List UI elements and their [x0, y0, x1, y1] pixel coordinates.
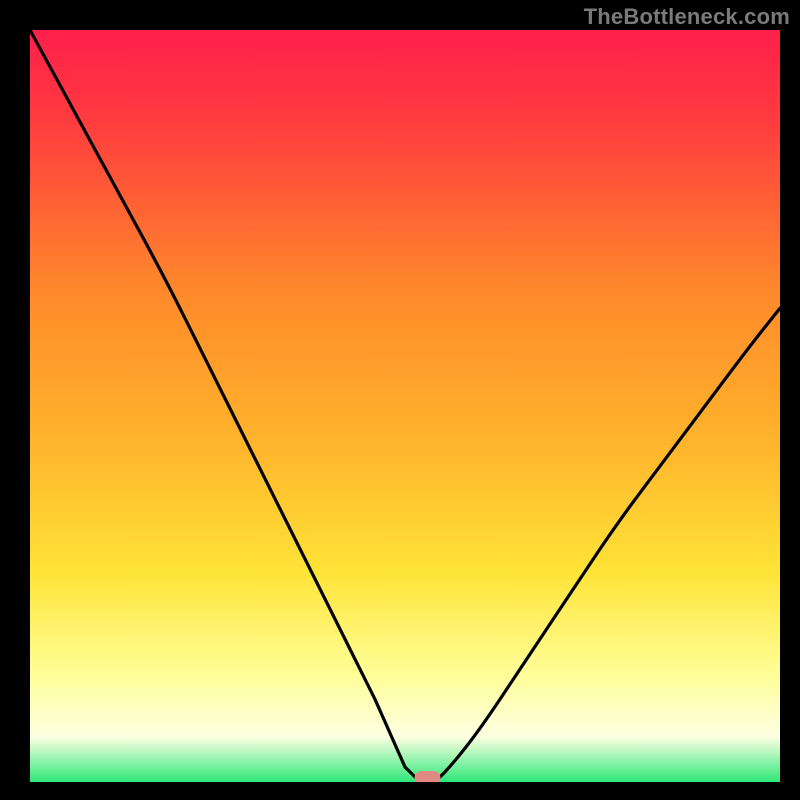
plot-area: [30, 30, 780, 782]
watermark-text: TheBottleneck.com: [584, 4, 790, 30]
gradient-background: [30, 30, 780, 782]
chart-frame: TheBottleneck.com: [0, 0, 800, 800]
optimum-marker: [415, 771, 441, 782]
bottleneck-chart: [30, 30, 780, 782]
